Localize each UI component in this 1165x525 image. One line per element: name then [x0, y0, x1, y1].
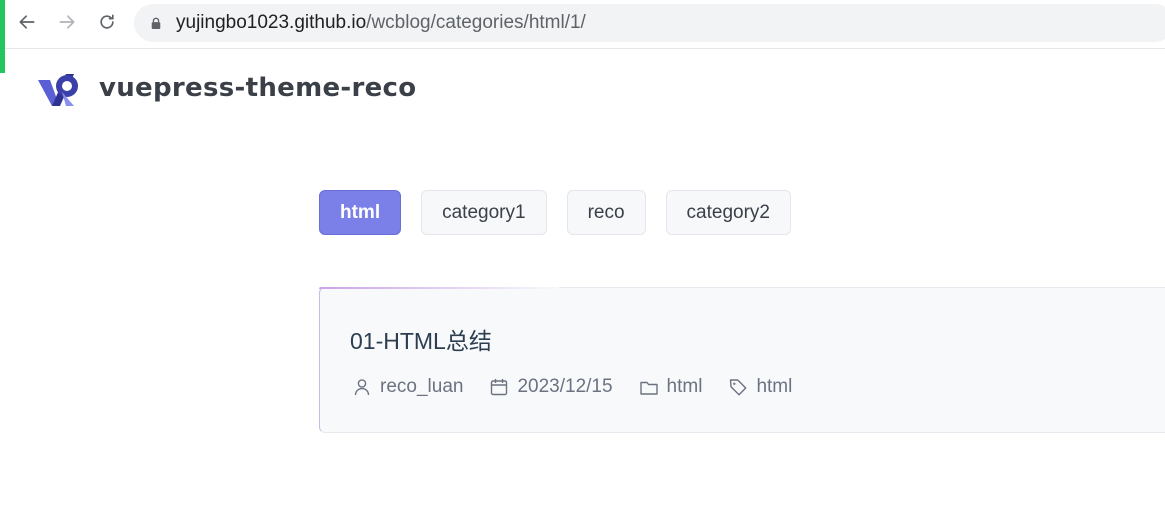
tag-icon	[730, 379, 747, 396]
url-host: yujingbo1023.github.io	[176, 12, 367, 33]
card-accent-border	[319, 287, 559, 289]
address-bar[interactable]: yujingbo1023.github.io/wcblog/categories…	[134, 4, 1165, 42]
post-tag-link[interactable]: html	[756, 376, 792, 398]
post-date: 2023/12/15	[489, 376, 613, 398]
post-card[interactable]: 01-HTML总结 reco_luan 2023/12/15 html html	[319, 287, 1165, 433]
accent-strip	[0, 0, 5, 73]
calendar-icon	[491, 379, 508, 396]
reco-logo-icon	[38, 74, 78, 106]
category-tags: html category1 reco category2	[319, 190, 791, 235]
arrow-right-icon	[59, 15, 75, 29]
arrow-left-icon	[19, 15, 35, 29]
site-logo[interactable]	[38, 72, 80, 108]
post-author: reco_luan	[352, 376, 463, 398]
reload-button[interactable]	[95, 10, 119, 34]
post-tag: html	[728, 376, 792, 398]
post-date-value: 2023/12/15	[517, 376, 613, 397]
url-path: /wcblog/categories/html/1/	[366, 12, 586, 33]
reload-icon	[100, 14, 114, 29]
back-button[interactable]	[15, 10, 39, 34]
post-category-link[interactable]: html	[667, 376, 703, 398]
post-meta: reco_luan 2023/12/15 html html	[352, 376, 818, 398]
lock-icon	[150, 16, 164, 30]
category-tag-category2[interactable]: category2	[665, 190, 791, 235]
category-tag-reco[interactable]: reco	[566, 190, 646, 235]
post-author-name[interactable]: reco_luan	[380, 376, 463, 398]
category-tag-category1[interactable]: category1	[421, 190, 547, 235]
forward-button[interactable]	[55, 10, 79, 34]
site-title[interactable]: vuepress-theme-reco	[99, 72, 416, 104]
folder-icon	[639, 381, 658, 395]
address-url: yujingbo1023.github.io/wcblog/categories…	[176, 12, 586, 34]
post-category: html	[639, 376, 703, 398]
category-tag-html[interactable]: html	[319, 190, 402, 235]
browser-toolbar: yujingbo1023.github.io/wcblog/categories…	[0, 0, 1165, 49]
post-title[interactable]: 01-HTML总结	[350, 322, 492, 356]
user-icon	[354, 379, 370, 396]
